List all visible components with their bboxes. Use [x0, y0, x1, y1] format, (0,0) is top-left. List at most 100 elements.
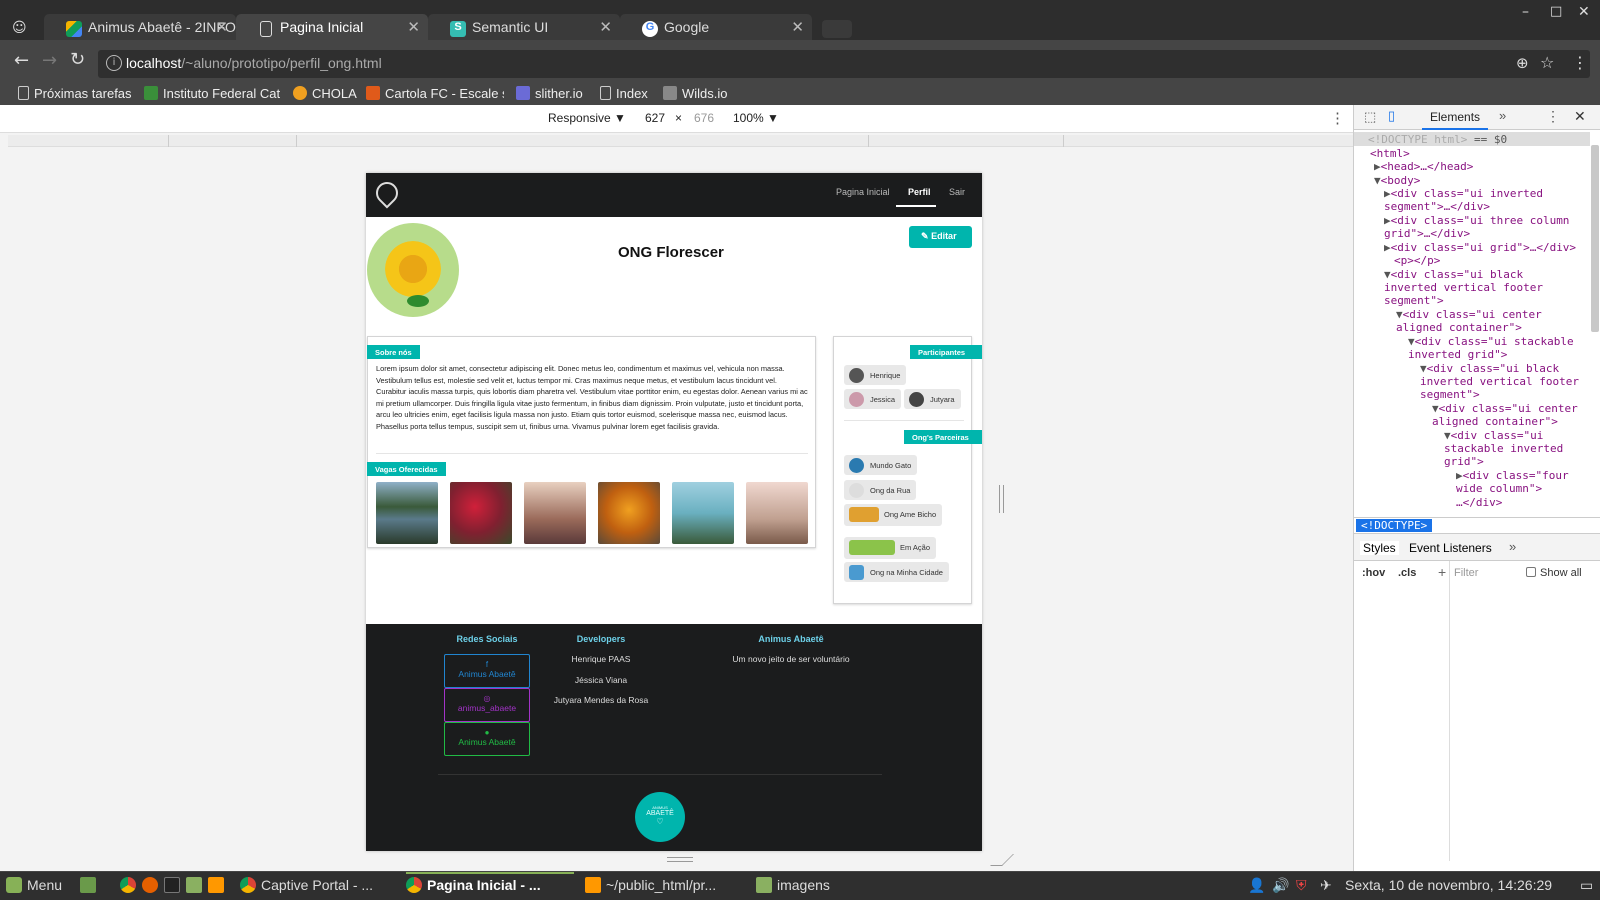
- tab-google[interactable]: G Google ✕: [620, 14, 812, 41]
- vacancy-photo-trees[interactable]: [524, 482, 586, 544]
- zoom-select[interactable]: 100% ▼: [733, 111, 779, 125]
- more-tabs-icon[interactable]: »: [1509, 539, 1516, 554]
- more-tabs-icon[interactable]: »: [1499, 108, 1506, 123]
- nav-profile[interactable]: Perfil: [908, 187, 931, 197]
- desktop-icon[interactable]: [80, 877, 101, 893]
- back-icon[interactable]: ←: [14, 50, 29, 71]
- window-public-html[interactable]: ~/public_html/pr...: [585, 877, 716, 893]
- close-icon[interactable]: ✕: [791, 18, 804, 36]
- bookmark-chola[interactable]: CHOLA: [293, 86, 357, 101]
- dom-tree[interactable]: <!DOCTYPE html> == $0 <html> ▶<head>…</h…: [1354, 132, 1590, 517]
- tab-styles[interactable]: Styles: [1360, 541, 1399, 555]
- developer-name: Jéssica Viana: [574, 675, 628, 685]
- partner-chip[interactable]: Ong Ame Bicho: [844, 504, 943, 526]
- width-input[interactable]: 627: [645, 111, 665, 125]
- close-icon[interactable]: ✕: [407, 18, 420, 36]
- height-input[interactable]: 676: [694, 111, 714, 125]
- vacancy-photo-lake[interactable]: [376, 482, 438, 544]
- incognito-icon[interactable]: ☺: [12, 20, 30, 36]
- edit-button[interactable]: ✎ Editar: [909, 226, 972, 248]
- menu-button[interactable]: Menu: [6, 877, 62, 893]
- active-window-indicator: [406, 872, 574, 874]
- resize-handle-bottom[interactable]: [667, 857, 693, 862]
- filter-input[interactable]: Filter: [1454, 567, 1478, 579]
- cls-toggle[interactable]: .cls: [1398, 567, 1416, 579]
- close-icon[interactable]: ✕: [1574, 108, 1586, 125]
- vacancy-photo-autumn[interactable]: [598, 482, 660, 544]
- notifications-icon[interactable]: ▭: [1580, 877, 1593, 894]
- facebook-icon: f: [485, 660, 489, 669]
- tab-animus[interactable]: Animus Abaetê - 2INFO ✕: [44, 14, 236, 41]
- devtools-header: ⬚ ▯ Elements » ⋮ ✕: [1354, 105, 1600, 130]
- hov-toggle[interactable]: :hov: [1362, 567, 1385, 579]
- partner-chip[interactable]: Ong na Minha Cidade: [844, 562, 949, 582]
- minimize-icon[interactable]: –: [1522, 4, 1529, 20]
- participant-chip[interactable]: Henrique: [844, 365, 907, 385]
- firefox-launcher-icon[interactable]: [142, 877, 163, 893]
- info-icon[interactable]: i: [106, 55, 122, 71]
- dom-scrollbar[interactable]: [1591, 145, 1599, 332]
- more-vert-icon[interactable]: ⋮: [1330, 109, 1345, 127]
- vacancy-photo-palm[interactable]: [672, 482, 734, 544]
- more-vert-icon[interactable]: ⋮: [1546, 108, 1560, 125]
- forward-icon[interactable]: →: [42, 50, 57, 71]
- address-bar[interactable]: i localhost/~aluno/prototipo/perfil_ong.…: [98, 50, 1590, 78]
- participant-chip[interactable]: Jutyara: [904, 389, 961, 409]
- whatsapp-button[interactable]: ● Animus Abaetê: [444, 722, 530, 756]
- instagram-button[interactable]: ◎ animus_abaete: [444, 688, 530, 722]
- close-icon[interactable]: ✕: [215, 18, 228, 36]
- chrome-launcher-icon[interactable]: [120, 877, 141, 893]
- footer-logo[interactable]: ANIMUS ABAETÊ ♡: [635, 792, 685, 842]
- star-icon[interactable]: ☆: [1540, 53, 1554, 72]
- breadcrumb-doctype[interactable]: <!DOCTYPE>: [1356, 519, 1433, 532]
- bookmark-index[interactable]: Index: [600, 86, 648, 101]
- show-all-checkbox[interactable]: [1526, 567, 1536, 577]
- vacancy-photo-flowers[interactable]: [450, 482, 512, 544]
- partner-chip[interactable]: Ong da Rua: [844, 480, 917, 500]
- device-mode-select[interactable]: Responsive ▼: [548, 111, 626, 125]
- facebook-button[interactable]: f Animus Abaetê: [444, 654, 530, 688]
- handshake-heart-icon[interactable]: [371, 177, 403, 209]
- bookmark-cartola[interactable]: Cartola FC - Escale s: [366, 86, 504, 101]
- bookmark-slither[interactable]: slither.io: [516, 86, 583, 101]
- files-launcher-icon[interactable]: [186, 877, 207, 893]
- sublime-launcher-icon[interactable]: [208, 877, 229, 893]
- inspect-icon[interactable]: ⬚: [1364, 109, 1376, 125]
- shield-icon[interactable]: ⛨: [1296, 877, 1307, 894]
- nav-home[interactable]: Pagina Inicial: [836, 187, 890, 197]
- bookmark-proximas[interactable]: Próximas tarefas: [18, 86, 132, 101]
- close-icon[interactable]: ✕: [599, 18, 612, 36]
- add-rule-icon[interactable]: +: [1438, 564, 1446, 580]
- nav-logout[interactable]: Sair: [949, 187, 965, 197]
- bookmark-wilds[interactable]: Wilds.io: [663, 86, 728, 101]
- user-icon[interactable]: 👤: [1248, 877, 1265, 894]
- resize-handle-corner[interactable]: [990, 854, 1014, 866]
- reload-icon[interactable]: ↻: [70, 49, 85, 70]
- window-imagens[interactable]: imagens: [756, 877, 830, 893]
- partner-chip[interactable]: Mundo Gato: [844, 455, 918, 475]
- media-query-ruler[interactable]: [8, 135, 1353, 147]
- window-pagina-inicial[interactable]: Pagina Inicial - ...: [406, 877, 541, 893]
- dom-line: ▼<div class="ui black: [1384, 268, 1524, 281]
- tab-event-listeners[interactable]: Event Listeners: [1409, 541, 1492, 555]
- tab-pagina-inicial[interactable]: Pagina Inicial ✕: [236, 14, 428, 41]
- zoom-icon[interactable]: ⊕: [1516, 54, 1529, 72]
- partner-chip[interactable]: Em Ação: [844, 537, 937, 559]
- terminal-launcher-icon[interactable]: [164, 877, 185, 893]
- device-toggle-icon[interactable]: ▯: [1388, 108, 1395, 124]
- bookmark-instituto[interactable]: Instituto Federal Cat: [144, 86, 280, 101]
- vacancy-photo-bare-tree[interactable]: [746, 482, 808, 544]
- dom-line: aligned container">: [1396, 321, 1522, 334]
- tab-elements[interactable]: Elements: [1430, 110, 1480, 124]
- close-window-icon[interactable]: ✕: [1578, 4, 1590, 20]
- resize-handle-right[interactable]: [999, 485, 1004, 513]
- participant-chip[interactable]: Jessica: [844, 389, 902, 409]
- maximize-icon[interactable]: □: [1550, 4, 1562, 19]
- network-icon[interactable]: ✈: [1320, 877, 1332, 894]
- clock[interactable]: Sexta, 10 de novembro, 14:26:29: [1345, 877, 1552, 893]
- volume-icon[interactable]: 🔊: [1272, 877, 1289, 894]
- tab-semantic-ui[interactable]: S Semantic UI ✕: [428, 14, 620, 41]
- new-tab-button[interactable]: [822, 20, 852, 38]
- window-captive-portal[interactable]: Captive Portal - ...: [240, 877, 373, 893]
- more-vert-icon[interactable]: ⋮: [1572, 53, 1588, 72]
